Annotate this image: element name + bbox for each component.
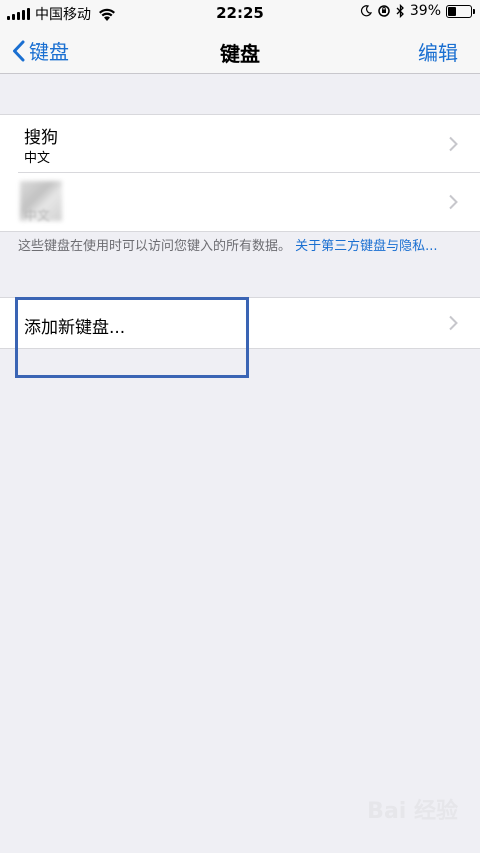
watermark-logo: Bai 经验 — [367, 799, 458, 824]
keyboard-language: 中文 — [24, 209, 51, 224]
highlight-annotation-box — [15, 297, 249, 378]
chevron-right-icon — [449, 136, 458, 152]
keyboard-item-blurred[interactable]: 中文 — [0, 173, 480, 231]
battery-icon — [446, 4, 475, 18]
page-title: 键盘 — [220, 42, 260, 66]
navigation-bar: 键盘 键盘 编辑 — [0, 26, 480, 74]
privacy-note-text: 这些键盘在使用时可以访问您键入的所有数据。 — [18, 239, 292, 254]
battery-level-fill — [448, 6, 456, 16]
chevron-right-icon — [449, 194, 458, 210]
battery-percent: 39% — [409, 3, 441, 19]
moon-icon — [360, 5, 372, 17]
keyboard-item-sogou[interactable]: 搜狗 中文 — [0, 115, 480, 173]
status-bar: 中国移动 22:25 39% — [0, 0, 480, 26]
status-right: 39% — [360, 3, 475, 19]
orientation-lock-icon — [378, 5, 390, 17]
keyboard-list: 搜狗 中文 中文 — [0, 114, 480, 232]
keyboard-name: 搜狗 — [24, 128, 58, 148]
edit-button[interactable]: 编辑 — [418, 37, 458, 66]
bluetooth-icon — [396, 4, 404, 18]
keyboard-language: 中文 — [24, 151, 51, 166]
privacy-note: 这些键盘在使用时可以访问您键入的所有数据。 关于第三方键盘与隐私... — [18, 237, 458, 256]
keyboard-settings-screen: 中国移动 22:25 39% 键盘 键盘 编辑 搜狗 中文 中文 这些键盘在使用… — [0, 0, 480, 853]
chevron-right-icon — [449, 315, 458, 331]
privacy-link[interactable]: 关于第三方键盘与隐私... — [295, 239, 437, 254]
